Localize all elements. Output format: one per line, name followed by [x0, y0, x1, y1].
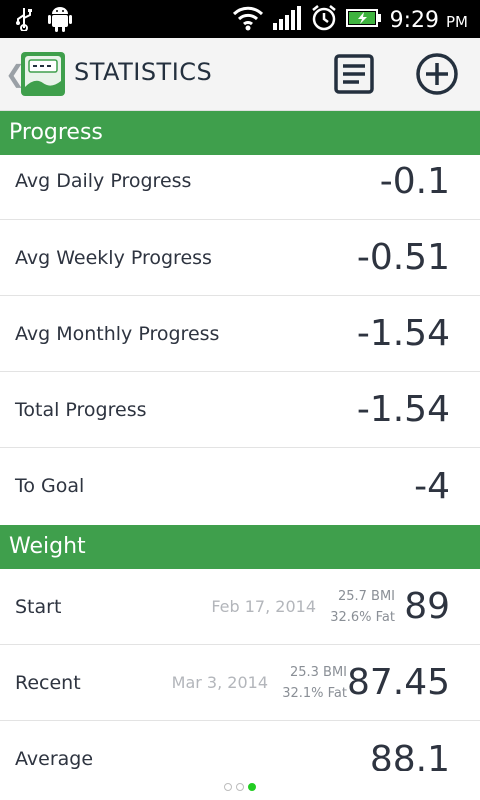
page-dot[interactable] [236, 783, 244, 791]
row-value: 89 [404, 586, 450, 627]
row-label: Recent [15, 671, 81, 694]
battery-icon [345, 8, 382, 32]
row-value: -0.51 [356, 237, 450, 278]
row-value: -1.54 [356, 389, 450, 430]
fat-text: 32.6% Fat [330, 610, 395, 625]
alarm-icon [310, 4, 338, 36]
page-title: STATISTICS [74, 58, 213, 86]
weight-section-header: Weight [0, 525, 480, 569]
row-label: Avg Daily Progress [15, 170, 192, 192]
progress-row-avg-daily[interactable]: Avg Daily Progress -0.1 [0, 155, 480, 220]
page-dot[interactable] [224, 783, 232, 791]
row-value: 87.45 [346, 662, 450, 703]
row-value: -1.54 [356, 313, 450, 354]
status-bar: 9:29 PM [0, 0, 480, 38]
row-value: -4 [414, 465, 450, 507]
bmi-text: 25.7 BMI [337, 589, 395, 604]
add-icon[interactable] [415, 52, 459, 96]
android-icon [48, 6, 72, 36]
progress-row-total[interactable]: Total Progress -1.54 [0, 372, 480, 448]
row-date: Feb 17, 2014 [211, 597, 316, 616]
row-date: Mar 3, 2014 [171, 673, 268, 692]
row-value: 88.1 [369, 738, 450, 772]
status-time: 9:29 PM [389, 7, 468, 33]
weight-row-start[interactable]: Start Feb 17, 2014 25.7 BMI 32.6% Fat 89 [0, 569, 480, 645]
row-meta: 25.7 BMI 32.6% Fat [330, 586, 395, 628]
row-label: To Goal [15, 475, 85, 497]
progress-row-to-goal[interactable]: To Goal -4 [0, 448, 480, 524]
fat-text: 32.1% Fat [282, 686, 347, 701]
scale-icon[interactable] [20, 51, 66, 97]
row-label: Avg Weekly Progress [15, 246, 212, 269]
wifi-icon [232, 5, 264, 35]
usb-icon [14, 7, 34, 35]
bmi-text: 25.3 BMI [289, 665, 347, 680]
signal-icon [272, 5, 302, 35]
row-meta: 25.3 BMI 32.1% Fat [282, 662, 347, 704]
weight-row-recent[interactable]: Recent Mar 3, 2014 25.3 BMI 32.1% Fat 87… [0, 645, 480, 721]
page-indicator [0, 783, 480, 795]
row-label: Avg Monthly Progress [15, 322, 220, 345]
row-label: Start [15, 595, 62, 618]
row-label: Average [15, 748, 94, 770]
progress-row-avg-weekly[interactable]: Avg Weekly Progress -0.51 [0, 220, 480, 296]
progress-section-header: Progress [0, 111, 480, 155]
list-icon[interactable] [332, 52, 376, 96]
progress-row-avg-monthly[interactable]: Avg Monthly Progress -1.54 [0, 296, 480, 372]
row-value: -0.1 [379, 161, 450, 202]
page-dot-active[interactable] [248, 783, 256, 791]
action-bar: ❮ STATISTICS [0, 38, 480, 111]
weight-row-average[interactable]: Average 88.1 [0, 721, 480, 772]
row-label: Total Progress [15, 398, 147, 421]
